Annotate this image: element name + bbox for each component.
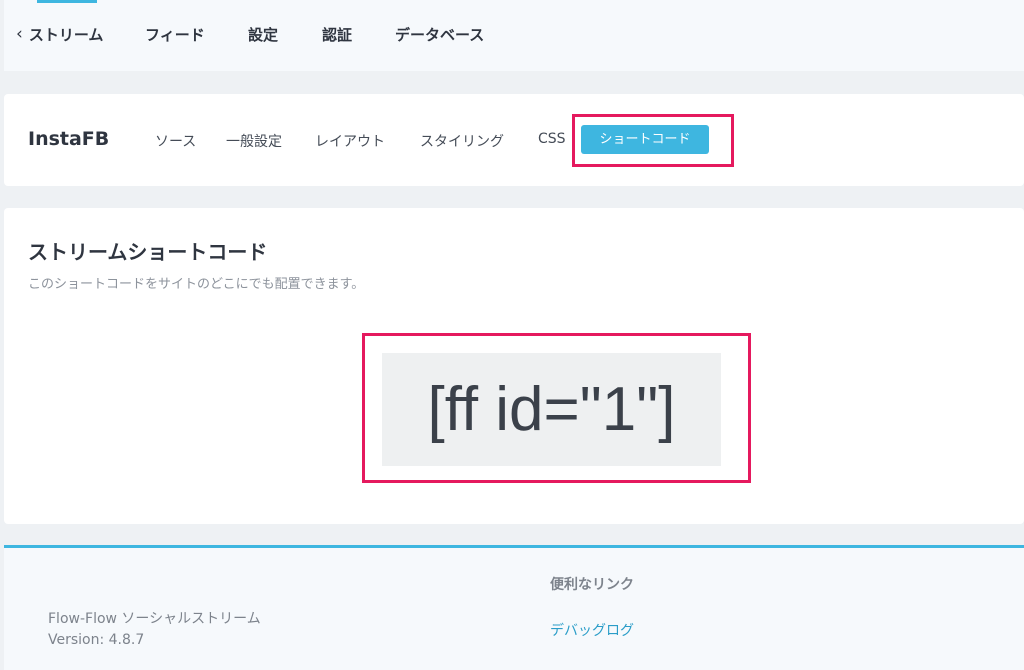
nav-item-settings[interactable]: 設定 [248, 24, 278, 45]
shortcode-card: ストリームショートコード このショートコードをサイトのどこにでも配置できます。 … [4, 208, 1024, 524]
footer-link-debug-log[interactable]: デバッグログ [550, 620, 634, 640]
tab-css[interactable]: CSS [538, 131, 566, 147]
nav-item-stream-label: ストリーム [28, 26, 104, 44]
footer-product-name: Flow-Flow ソーシャルストリーム [48, 611, 261, 627]
stream-header-card: InstaFB ソース 一般設定 レイアウト スタイリング CSS ショートコー… [4, 94, 1024, 186]
nav-item-database[interactable]: データベース [395, 24, 484, 45]
nav-item-feed[interactable]: フィード [145, 24, 205, 45]
tab-layout[interactable]: レイアウト [315, 131, 385, 151]
section-title: ストリームショートコード [28, 240, 268, 264]
nav-item-auth[interactable]: 認証 [322, 24, 352, 45]
tab-general-settings[interactable]: 一般設定 [226, 131, 282, 151]
footer: Flow-Flow ソーシャルストリーム Version: 4.8.7 便利なリ… [4, 545, 1024, 670]
tab-shortcode[interactable]: ショートコード [581, 125, 709, 154]
nav-item-stream[interactable]: ‹ ストリーム [16, 24, 103, 45]
stream-title: InstaFB [28, 128, 110, 150]
highlight-box-shortcode: [ff id="1"] [362, 333, 751, 483]
shortcode-value[interactable]: [ff id="1"] [382, 353, 721, 466]
footer-links-heading: 便利なリンク [550, 577, 634, 593]
top-navigation: ‹ ストリーム フィード 設定 認証 データベース [4, 0, 1024, 71]
footer-version: Version: 4.8.7 [48, 632, 145, 648]
chevron-left-icon[interactable]: ‹ [16, 24, 23, 44]
tab-source[interactable]: ソース [155, 131, 196, 151]
tab-styling[interactable]: スタイリング [420, 131, 504, 151]
active-nav-indicator [37, 0, 97, 3]
section-description: このショートコードをサイトのどこにでも配置できます。 [28, 277, 365, 292]
